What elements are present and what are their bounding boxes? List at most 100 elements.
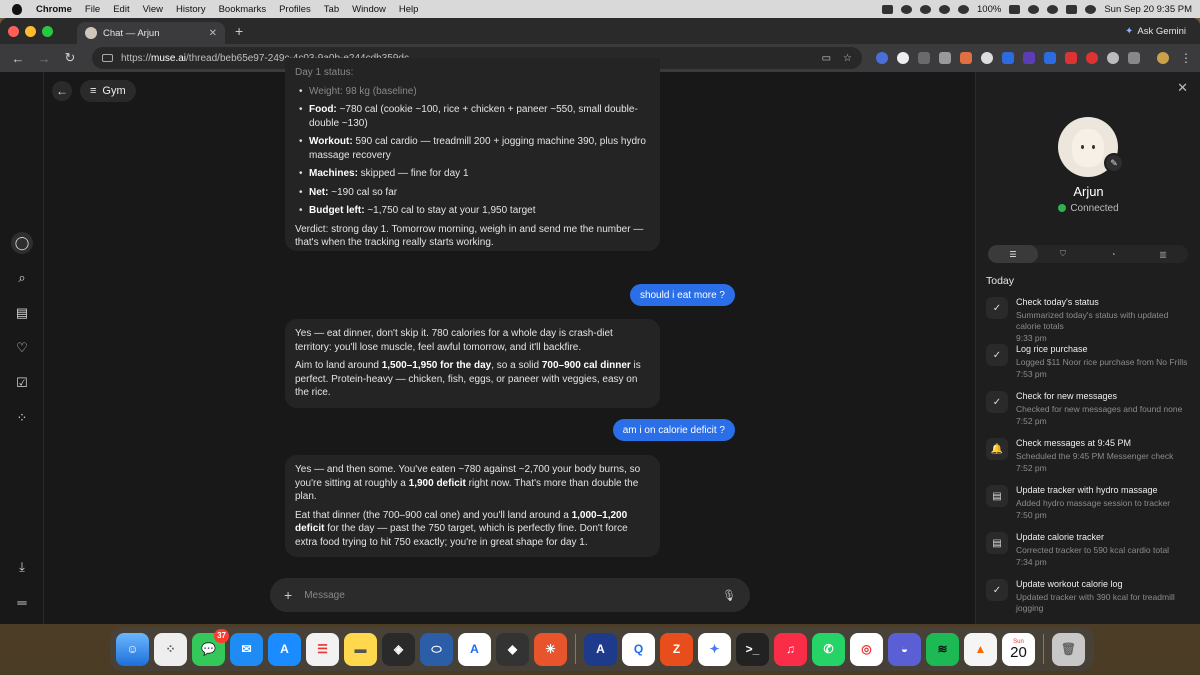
mail-icon[interactable]: ✉ [230,632,263,666]
launchpad-icon[interactable]: ⁘ [154,632,187,666]
extension-icon[interactable] [876,52,888,64]
extension-icon[interactable] [981,52,993,64]
status-icon[interactable] [901,4,913,14]
status-icon[interactable] [939,4,951,14]
tab-chat[interactable]: Chat — Arjun ✕ [77,22,225,44]
close-window-button[interactable] [8,25,19,37]
gemini-app-icon[interactable]: ✦ [698,632,731,666]
extension-icon[interactable] [1044,52,1056,64]
menu-view[interactable]: View [143,4,163,15]
back-icon[interactable]: ← [8,51,28,66]
activity-item[interactable]: ✓ Log rice purchase Logged $11 Noor rice … [986,344,1191,391]
ask-gemini-button[interactable]: ✦ Ask Gemini [1125,26,1186,37]
extension-icon[interactable] [1086,52,1098,64]
menu-window[interactable]: Window [352,4,386,15]
apple-icon[interactable] [12,3,22,15]
calendar-icon[interactable]: Sun 20 [1002,632,1035,666]
app-icon[interactable]: ◆ [496,632,529,666]
remote-desktop-icon[interactable]: ⬭ [420,632,453,666]
app-store-icon[interactable]: A [268,632,301,666]
activity-item[interactable]: ✓ Check today's status Summarized today's… [986,297,1191,344]
checklist-icon[interactable]: ☑ [11,372,33,394]
menu-tab[interactable]: Tab [324,4,339,15]
lightbulb-icon[interactable]: ♡ [11,337,33,359]
profile-avatar[interactable] [1157,52,1169,64]
extension-icon[interactable] [939,52,951,64]
app-icon[interactable]: ✳ [534,632,567,666]
spotify-icon[interactable]: ≋ [926,632,959,666]
terminal-icon[interactable]: >_ [736,632,769,666]
extension-icon[interactable] [1107,52,1119,64]
menu-help[interactable]: Help [399,4,419,15]
activity-item[interactable]: ▤ Update calorie tracker Corrected tracke… [986,532,1191,579]
extension-icon[interactable] [1023,52,1035,64]
play-icon[interactable] [958,4,970,14]
chrome-icon[interactable]: ◎ [850,632,883,666]
messages-icon[interactable]: 💬 37 [192,628,229,666]
davinci-icon[interactable]: ◈ [382,632,415,666]
finder-icon[interactable]: ☺ [116,632,149,666]
extension-icon[interactable] [897,52,909,64]
app-icon[interactable]: ◒ [888,632,921,666]
activity-item[interactable]: ✓ Update workout calorie log Updated trac… [986,579,1191,620]
music-icon[interactable]: ♫ [774,632,807,666]
bookmark-star-icon[interactable]: ☆ [843,53,852,64]
apps-icon[interactable]: ⁘ [11,407,33,429]
new-tab-button[interactable]: + [235,23,243,39]
browser-menu-icon[interactable]: ⋮ [1180,51,1192,65]
app-icon[interactable]: Z [660,632,693,666]
activity-list[interactable]: ✓ Check today's status Summarized today's… [986,297,1191,620]
menu-icon[interactable]: ═ [11,591,33,613]
add-attachment-icon[interactable]: + [284,587,292,603]
menu-profiles[interactable]: Profiles [279,4,311,15]
wifi-icon[interactable] [1028,4,1040,14]
chat-icon[interactable]: ◯ [11,232,33,254]
reminders-icon[interactable]: ☰ [306,632,339,666]
edit-pencil-icon[interactable]: ✎ [1104,153,1124,173]
extension-icon[interactable] [1065,52,1077,64]
tab-close-icon[interactable]: ✕ [209,28,217,39]
app-icon[interactable]: A [584,632,617,666]
tab-trash-icon[interactable]: ▥ [1138,245,1188,263]
trash-icon[interactable]: 🗑 [1052,632,1085,666]
app-icon[interactable]: Q [622,632,655,666]
activity-item[interactable]: 🔔 Check messages at 9:45 PM Scheduled the… [986,438,1191,485]
message-composer[interactable]: + Message 🎙 [270,578,750,612]
extension-icon[interactable] [960,52,972,64]
close-panel-icon[interactable]: ✕ [1177,80,1188,96]
tab-activity-list-icon[interactable]: ☰ [988,245,1038,263]
screen-icon[interactable] [882,4,894,14]
vlc-icon[interactable]: ▲ [964,632,997,666]
minimize-window-button[interactable] [25,25,36,37]
tab-shield-icon[interactable]: ⛉ [1038,245,1088,263]
menu-bookmarks[interactable]: Bookmarks [219,4,267,15]
menu-app-name[interactable]: Chrome [36,4,72,15]
back-button[interactable]: ← [52,81,72,101]
activity-item[interactable]: ▤ Update tracker with hydro massage Added… [986,485,1191,532]
battery-icon[interactable] [1009,4,1021,14]
extension-icon[interactable] [918,52,930,64]
status-icon[interactable] [920,4,932,14]
microphone-icon[interactable]: 🎙 [722,589,736,602]
site-info-icon[interactable] [102,54,113,62]
download-icon[interactable]: ⤓ [11,556,33,578]
notebook-icon[interactable]: ▤ [11,302,33,324]
menu-edit[interactable]: Edit [113,4,129,15]
menu-history[interactable]: History [176,4,206,15]
control-center-icon[interactable] [1066,4,1078,14]
extensions-puzzle-icon[interactable] [1128,52,1140,64]
activity-item[interactable]: ✓ Check for new messages Checked for new … [986,391,1191,438]
whatsapp-icon[interactable]: ✆ [812,632,845,666]
siri-icon[interactable] [1085,4,1097,14]
notes-icon[interactable]: ▬ [344,632,377,666]
chat-thread[interactable]: Day 1 status: Weight: 98 kg (baseline) F… [270,58,750,624]
thread-title-button[interactable]: ≡ Gym [80,80,136,102]
tab-clock-icon[interactable]: ◔ [1088,245,1138,263]
app-icon[interactable]: A [458,632,491,666]
reload-icon[interactable]: ↻ [60,50,80,66]
menu-file[interactable]: File [85,4,100,15]
message-input[interactable]: Message [304,590,345,601]
extension-icon[interactable] [1002,52,1014,64]
install-app-icon[interactable]: ▭ [822,53,831,64]
search-icon[interactable] [1047,4,1059,14]
